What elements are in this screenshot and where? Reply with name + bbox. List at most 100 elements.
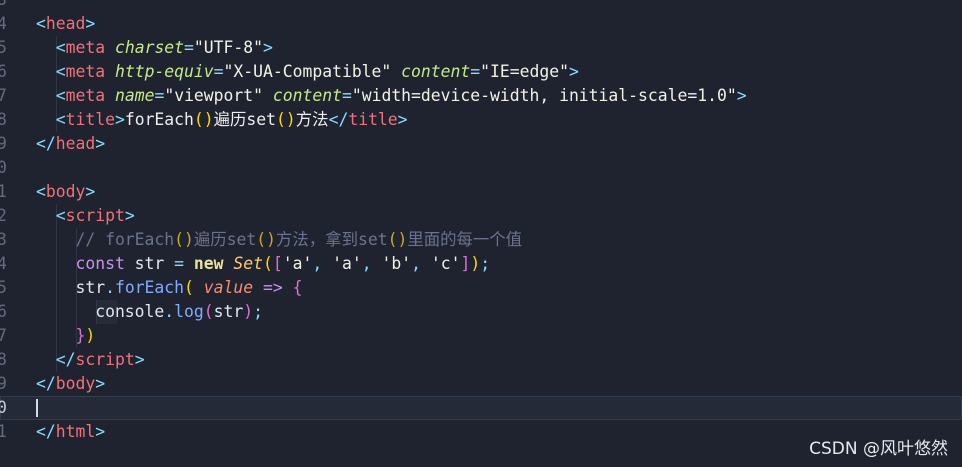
code-text: </script> <box>36 348 145 372</box>
code-text: console.log(str); <box>36 300 263 324</box>
code-line[interactable]: 7 }) <box>0 324 962 348</box>
code-token: = <box>174 254 185 273</box>
code-token: = <box>213 62 224 81</box>
code-token: script <box>75 350 135 369</box>
code-token: const <box>36 254 125 273</box>
code-line[interactable]: 0 <box>0 396 962 420</box>
code-text: </head> <box>36 132 105 156</box>
code-line[interactable]: 6 console.log(str); <box>0 300 962 324</box>
code-line[interactable]: 3 // forEach()遍历set()方法，拿到set()里面的每一个值 <box>0 228 962 252</box>
code-text: // forEach()遍历set()方法，拿到set()里面的每一个值 <box>36 228 522 252</box>
code-token: > <box>134 350 145 369</box>
code-token: > <box>85 14 96 33</box>
code-token: . <box>164 302 175 321</box>
code-token: ) <box>85 326 96 345</box>
code-token: console <box>36 302 165 321</box>
code-token: 'a' <box>282 254 313 273</box>
code-line[interactable]: 6 <meta http-equiv="X-UA-Compatible" con… <box>0 60 962 84</box>
code-text: str.forEach( value => { <box>36 276 303 300</box>
code-line[interactable]: 7 <meta name="viewport" content="width=d… <box>0 84 962 108</box>
code-line[interactable]: 5 <meta charset="UTF-8"> <box>0 36 962 60</box>
line-number: 5 <box>0 38 7 57</box>
line-number: 8 <box>0 350 7 369</box>
code-token: "UTF-8" <box>193 38 263 57</box>
code-token: </ <box>36 134 56 153</box>
code-token: content <box>401 62 471 81</box>
text-caret <box>36 399 38 417</box>
line-number: 4 <box>0 254 7 273</box>
code-line[interactable]: 4 const str = new Set(['a', 'a', 'b', 'c… <box>0 252 962 276</box>
code-token: > <box>568 62 579 81</box>
code-token: < <box>36 14 46 33</box>
line-number: 3 <box>0 230 7 249</box>
code-token: => <box>263 278 283 297</box>
code-token: </ <box>36 374 56 393</box>
code-token: = <box>341 86 352 105</box>
code-token: title <box>65 110 115 129</box>
code-token: () <box>256 230 277 249</box>
code-token: > <box>124 206 135 225</box>
code-token: charset <box>114 38 185 57</box>
line-number: 2 <box>0 206 7 225</box>
code-token: meta <box>65 38 106 57</box>
code-token: = <box>470 62 481 81</box>
code-line[interactable]: 9 </body> <box>0 372 962 396</box>
code-token: ; <box>480 254 491 273</box>
line-number: 0 <box>0 158 7 177</box>
line-number: 9 <box>0 374 7 393</box>
code-token: ( <box>263 254 273 273</box>
code-token: < <box>36 86 66 105</box>
line-number: 6 <box>0 302 7 321</box>
code-token: str <box>213 302 244 321</box>
code-token: ( <box>203 302 214 321</box>
code-line[interactable]: 5 str.forEach( value => { <box>0 276 962 300</box>
code-token: ( <box>184 278 194 297</box>
code-token: </ <box>36 350 76 369</box>
code-line[interactable]: 4 <head> <box>0 12 962 36</box>
code-text: </body> <box>36 372 105 396</box>
code-line[interactable]: 3 <box>0 0 962 12</box>
code-token: 'b' <box>381 254 412 273</box>
code-text: </html> <box>36 420 105 444</box>
code-token: 方法，拿到set <box>276 230 388 249</box>
code-token: head <box>55 134 96 153</box>
code-line[interactable]: 8 <title>forEach()遍历set()方法</title> <box>0 108 962 132</box>
code-token: < <box>36 110 66 129</box>
code-text: <title>forEach()遍历set()方法</title> <box>36 108 408 132</box>
code-token: script <box>65 206 125 225</box>
code-token: () <box>276 110 296 129</box>
code-token: , <box>411 254 431 273</box>
code-token: [ <box>272 254 283 273</box>
code-token: > <box>397 110 408 129</box>
code-line[interactable]: 2 <script> <box>0 204 962 228</box>
code-token: { <box>292 278 303 297</box>
code-token: > <box>95 422 106 441</box>
watermark-text: CSDN @风叶悠然 <box>809 439 948 459</box>
code-token: < <box>36 206 66 225</box>
code-token: < <box>36 38 66 57</box>
code-text: }) <box>36 324 95 348</box>
code-token: 遍历set <box>213 110 277 129</box>
code-token: ; <box>253 302 264 321</box>
code-token: forEach <box>114 278 185 297</box>
code-line[interactable]: 1 <body> <box>0 180 962 204</box>
code-token: > <box>263 38 273 57</box>
code-text: <meta charset="UTF-8"> <box>36 36 273 60</box>
line-number: 6 <box>0 62 7 81</box>
line-number: 8 <box>0 110 7 129</box>
code-token: > <box>85 182 96 201</box>
code-token: new <box>193 254 224 273</box>
code-token: } <box>36 326 86 345</box>
code-token: "IE=edge" <box>480 62 569 81</box>
code-line[interactable]: 0 <box>0 156 962 180</box>
code-editor[interactable]: 34<head>5 <meta charset="UTF-8">6 <meta … <box>0 0 962 444</box>
code-line[interactable]: 9 </head> <box>0 132 962 156</box>
code-token: name <box>114 86 155 105</box>
code-token: str <box>36 278 106 297</box>
code-token: 遍历set <box>193 230 257 249</box>
code-line[interactable]: 8 </script> <box>0 348 962 372</box>
